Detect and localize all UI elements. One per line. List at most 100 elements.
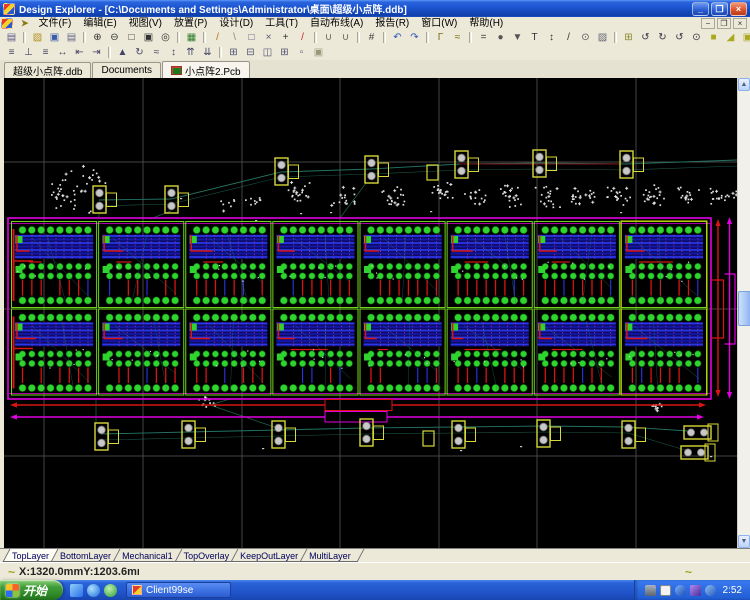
paste-array-icon[interactable]: ⊞	[620, 31, 637, 44]
browse-library-icon[interactable]: ▦	[183, 31, 200, 44]
restore-button[interactable]: ❐	[711, 2, 728, 16]
redo-icon[interactable]: ↷	[406, 31, 423, 44]
clipboard-1-icon[interactable]: ∪	[320, 31, 337, 44]
zoom-point-icon[interactable]: ◎	[157, 31, 174, 44]
place-slope-icon[interactable]: ◢	[722, 31, 739, 44]
scroll-up-button[interactable]: ▲	[738, 78, 750, 91]
undo-icon[interactable]: ↶	[389, 31, 406, 44]
place-pad-icon[interactable]: ●	[492, 31, 509, 44]
place-plane-icon[interactable]: ▣	[739, 31, 750, 44]
device-tray-icon[interactable]	[645, 585, 656, 596]
windows-logo-icon	[6, 584, 19, 597]
wire-icon[interactable]: \	[226, 31, 243, 44]
snap-to-grid-icon[interactable]: ⊞	[276, 46, 293, 59]
clipboard-2-icon[interactable]: ∪	[337, 31, 354, 44]
align-left-icon[interactable]: ≡	[3, 46, 20, 59]
menu-item-1[interactable]: 编辑(E)	[77, 17, 122, 30]
grid-toggle-icon[interactable]: #	[363, 31, 380, 44]
place-fill-icon[interactable]: ▨	[594, 31, 611, 44]
rotate-free-icon[interactable]: ⊙	[688, 31, 705, 44]
align-bottom-icon[interactable]: ⇊	[199, 46, 216, 59]
flip-vertical-icon[interactable]: ↕	[165, 46, 182, 59]
rotate-cw-icon[interactable]: ↻	[654, 31, 671, 44]
align-right-icon[interactable]: ≡	[37, 46, 54, 59]
doc-tab-2[interactable]: 小点阵2.Pcb	[162, 61, 250, 78]
room-tool-icon[interactable]: ▣	[310, 46, 327, 59]
space-increase-icon[interactable]: ⇤	[71, 46, 88, 59]
layer-tab-bottomlayer[interactable]: BottomLayer	[54, 549, 121, 562]
scroll-down-button[interactable]: ▼	[738, 535, 750, 548]
print-icon[interactable]: ▤	[63, 31, 80, 44]
antivirus-icon[interactable]	[705, 585, 716, 596]
doc-tab-label: 小点阵2.Pcb	[185, 63, 241, 78]
zoom-doc-icon[interactable]: ▣	[140, 31, 157, 44]
mdi-restore-button[interactable]: ❐	[717, 18, 731, 29]
system-menu-arrow-icon[interactable]: ➤	[17, 18, 33, 29]
rotate-ccw-icon[interactable]: ↺	[637, 31, 654, 44]
place-coordinate-icon[interactable]: /	[560, 31, 577, 44]
scrollbar-thumb[interactable]	[738, 291, 750, 326]
rotate-component-icon[interactable]: ↺	[671, 31, 688, 44]
pcb-drawing[interactable]	[0, 78, 737, 548]
menu-item-8[interactable]: 窗口(W)	[415, 17, 463, 30]
layer-tab-mechanical1[interactable]: Mechanical1	[116, 549, 183, 562]
cross-cursor-icon[interactable]: +	[277, 31, 294, 44]
select-area-icon[interactable]: □	[243, 31, 260, 44]
menu-item-4[interactable]: 设计(D)	[213, 17, 259, 30]
menu-item-2[interactable]: 视图(V)	[123, 17, 168, 30]
messenger-icon[interactable]	[70, 584, 83, 597]
doc-tab-0[interactable]: 超级小点阵.ddb	[4, 62, 91, 78]
align-center-icon[interactable]: ⊥	[20, 46, 37, 59]
route-corner-icon[interactable]: Γ	[432, 31, 449, 44]
network-icon[interactable]	[675, 585, 686, 596]
knife-icon[interactable]: /	[209, 31, 226, 44]
internet-explorer-icon[interactable]	[87, 584, 100, 597]
layer-tab-topoverlay[interactable]: TopOverlay	[178, 549, 240, 562]
route-arc-icon[interactable]: ≈	[449, 31, 466, 44]
place-via-icon[interactable]: ▼	[509, 31, 526, 44]
menu-item-9[interactable]: 帮助(H)	[463, 17, 509, 30]
zoom-out-icon[interactable]: ⊖	[106, 31, 123, 44]
save-icon[interactable]: ▣	[46, 31, 63, 44]
open-icon[interactable]: ▧	[29, 31, 46, 44]
place-track-icon[interactable]: =	[475, 31, 492, 44]
mdi-minimize-button[interactable]: −	[701, 18, 715, 29]
menu-item-5[interactable]: 工具(T)	[259, 17, 304, 30]
move-to-front-icon[interactable]: ▲	[114, 46, 131, 59]
deselect-icon[interactable]: ×	[260, 31, 277, 44]
start-button[interactable]: 开始	[0, 580, 63, 600]
layer-tab-keepoutlayer[interactable]: KeepOutLayer	[234, 549, 308, 562]
update-pcb-icon[interactable]: ◫	[259, 46, 276, 59]
rotate-90-icon[interactable]: ↻	[131, 46, 148, 59]
paste-queue-icon[interactable]: ⊟	[242, 46, 259, 59]
mirror-icon[interactable]: ≈	[148, 46, 165, 59]
space-equal-icon[interactable]: ↔	[54, 46, 71, 59]
menu-item-7[interactable]: 报告(R)	[369, 17, 415, 30]
menu-item-0[interactable]: 文件(F)	[33, 17, 78, 30]
menu-item-6[interactable]: 自动布线(A)	[304, 17, 369, 30]
highlight-pen-icon[interactable]: /	[294, 31, 311, 44]
connection-icon[interactable]	[690, 585, 701, 596]
align-top-icon[interactable]: ⇈	[182, 46, 199, 59]
mdi-close-button[interactable]: ×	[733, 18, 747, 29]
special-select-icon[interactable]: ▫	[293, 46, 310, 59]
place-text-icon[interactable]: T	[526, 31, 543, 44]
menu-item-3[interactable]: 放置(P)	[168, 17, 213, 30]
vertical-scrollbar[interactable]: ▲ ▼	[737, 78, 750, 548]
media-player-icon[interactable]	[104, 584, 117, 597]
zoom-window-icon[interactable]: □	[123, 31, 140, 44]
layer-tab-multilayer[interactable]: MultiLayer	[303, 549, 361, 562]
place-dimension-icon[interactable]: ↕	[543, 31, 560, 44]
minimize-button[interactable]: _	[692, 2, 709, 16]
zoom-in-icon[interactable]: ⊕	[89, 31, 106, 44]
doc-tab-1[interactable]: Documents	[92, 62, 161, 78]
input-method-icon[interactable]	[660, 585, 671, 596]
place-polygon-icon[interactable]: ⊙	[577, 31, 594, 44]
place-room-icon[interactable]: ■	[705, 31, 722, 44]
toolbar-separator	[23, 32, 26, 43]
space-decrease-icon[interactable]: ⇥	[88, 46, 105, 59]
close-button[interactable]: ×	[730, 2, 747, 16]
task-button-client99se[interactable]: Client99se	[126, 582, 231, 598]
explorer-toggle-icon[interactable]: ▤	[3, 31, 20, 44]
paste-special-icon[interactable]: ⊞	[225, 46, 242, 59]
